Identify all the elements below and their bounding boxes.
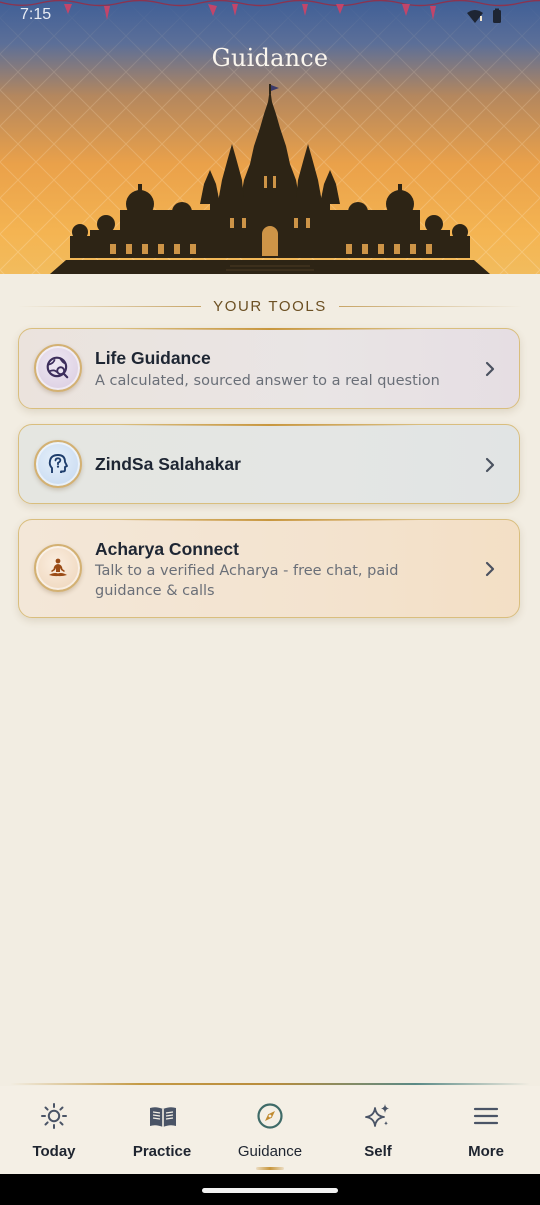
- nav-label: Self: [364, 1143, 392, 1160]
- meditating-person-icon: [49, 558, 67, 577]
- card-medal: [34, 544, 82, 592]
- section-header: YOUR TOOLS: [18, 296, 522, 316]
- nav-label: More: [468, 1143, 504, 1160]
- card-title: ZindSa Salahakar: [95, 454, 241, 474]
- nav-item-practice[interactable]: Practice: [108, 1086, 216, 1174]
- hero-header: 7:15 Guidance: [0, 0, 540, 274]
- card-medal: [34, 344, 82, 392]
- nav-item-guidance[interactable]: Guidance: [216, 1086, 324, 1174]
- divider-left: [18, 305, 202, 307]
- status-time: 7:15: [20, 6, 52, 23]
- tool-card-acharya-connect[interactable]: Acharya Connect Talk to a verified Achar…: [18, 519, 520, 618]
- bottom-nav: Today Practice Guidance Self More: [0, 1086, 540, 1174]
- sparkles-icon: [365, 1104, 389, 1127]
- sun-icon: [41, 1103, 67, 1129]
- section-label: YOUR TOOLS: [213, 297, 327, 315]
- tool-card-zindsa-salahakar[interactable]: ZindSa Salahakar: [18, 424, 520, 504]
- temple-silhouette-icon: [50, 84, 490, 274]
- card-title: Life Guidance: [95, 348, 211, 368]
- chevron-right-icon: [485, 561, 495, 577]
- tool-card-life-guidance[interactable]: Life Guidance A calculated, sourced answ…: [18, 328, 520, 409]
- card-subtitle: A calculated, sourced answer to a real q…: [95, 373, 440, 389]
- card-title: Acharya Connect: [95, 539, 239, 559]
- menu-icon: [473, 1107, 499, 1125]
- card-subtitle: Talk to a verified Acharya - free chat, …: [95, 563, 399, 599]
- active-tab-indicator: [256, 1167, 284, 1170]
- card-glint: [119, 519, 419, 521]
- nav-label: Today: [32, 1143, 76, 1160]
- divider-right: [338, 305, 522, 307]
- nav-label: Guidance: [237, 1143, 303, 1160]
- compass-icon: [257, 1103, 283, 1129]
- page-title: Guidance: [211, 44, 329, 72]
- system-gesture-bar: [0, 1174, 540, 1205]
- globe-search-icon: [46, 356, 69, 379]
- card-glint: [119, 328, 419, 330]
- head-question-icon: [48, 454, 68, 473]
- chevron-right-icon: [485, 361, 495, 377]
- nav-divider: [10, 1083, 530, 1085]
- card-glint: [119, 424, 419, 426]
- nav-item-more[interactable]: More: [432, 1086, 540, 1174]
- chevron-right-icon: [485, 457, 495, 473]
- book-icon: [150, 1107, 176, 1127]
- home-gesture-handle[interactable]: [202, 1188, 338, 1193]
- nav-item-self[interactable]: Self: [324, 1086, 432, 1174]
- card-medal: [34, 440, 82, 488]
- status-bar: 7:15: [0, 0, 540, 30]
- nav-item-today[interactable]: Today: [0, 1086, 108, 1174]
- wifi-battery-icon: [467, 8, 501, 23]
- nav-label: Practice: [132, 1143, 192, 1160]
